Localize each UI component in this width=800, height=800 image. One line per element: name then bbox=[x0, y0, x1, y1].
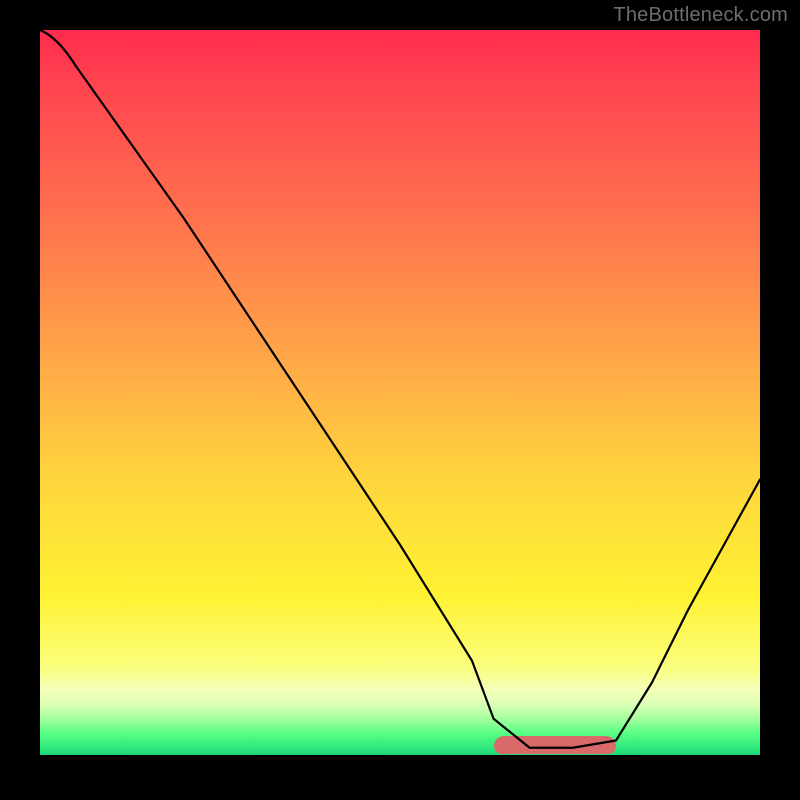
chart-plot-area bbox=[40, 30, 760, 755]
bottleneck-curve bbox=[40, 30, 760, 755]
curve-path bbox=[40, 30, 760, 748]
watermark-text: TheBottleneck.com bbox=[613, 4, 788, 27]
